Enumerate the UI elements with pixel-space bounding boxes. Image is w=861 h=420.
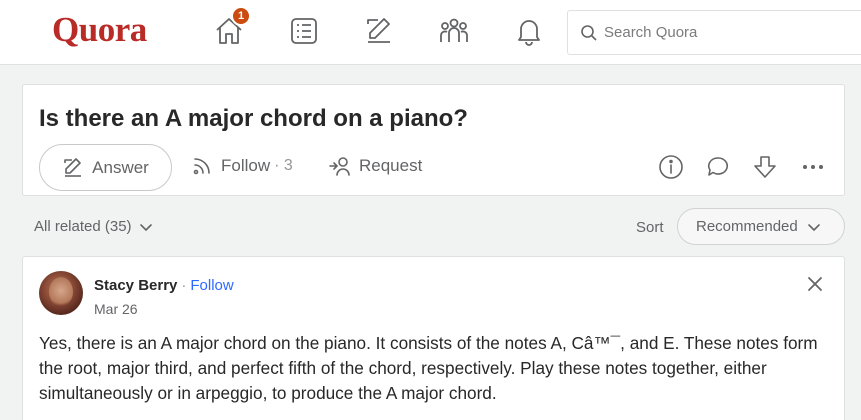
- answer-body[interactable]: Yes, there is an A major chord on the pi…: [39, 331, 834, 406]
- chevron-down-icon: [807, 223, 820, 231]
- author-line: Stacy Berry · Follow: [94, 277, 234, 294]
- request-button[interactable]: Request: [329, 155, 422, 177]
- spaces-icon[interactable]: [437, 14, 471, 48]
- quora-logo[interactable]: Quora: [52, 10, 147, 50]
- search-input[interactable]: [604, 24, 844, 41]
- sort-dropdown[interactable]: Recommended: [677, 208, 845, 245]
- rss-follow-icon: [193, 158, 210, 175]
- home-icon[interactable]: 1: [212, 6, 251, 48]
- following-icon[interactable]: [287, 14, 321, 48]
- chevron-down-icon: [139, 223, 152, 231]
- answer-button-label: Answer: [92, 157, 149, 177]
- more-options-icon[interactable]: [799, 153, 827, 181]
- request-user-icon: [329, 157, 350, 176]
- all-related-label: All related (35): [34, 218, 132, 235]
- top-navbar: Quora 1: [0, 0, 861, 65]
- answer-card: Stacy Berry · Follow Mar 26 Yes, there i…: [22, 256, 845, 420]
- search-icon: [581, 24, 597, 41]
- separator-dot: ·: [181, 277, 187, 294]
- info-icon[interactable]: [657, 153, 685, 181]
- close-icon[interactable]: [805, 274, 825, 294]
- answer-date[interactable]: Mar 26: [94, 301, 138, 317]
- answer-edit-icon[interactable]: [362, 14, 396, 48]
- comment-icon[interactable]: [704, 153, 732, 181]
- request-label: Request: [359, 156, 423, 175]
- notifications-bell-icon[interactable]: [512, 14, 546, 48]
- follow-question-button[interactable]: Follow · 3: [191, 155, 293, 177]
- all-related-dropdown[interactable]: All related (35): [34, 218, 154, 235]
- avatar[interactable]: [39, 271, 83, 315]
- pencil-icon: [64, 157, 82, 177]
- sort-value: Recommended: [696, 218, 798, 235]
- sort-label: Sort: [636, 219, 664, 236]
- notification-badge: 1: [231, 6, 251, 26]
- follow-count: · 3: [274, 157, 293, 174]
- author-name[interactable]: Stacy Berry: [94, 277, 177, 294]
- follow-author-link[interactable]: Follow: [190, 277, 233, 294]
- search-box[interactable]: [567, 10, 861, 55]
- downvote-icon[interactable]: [751, 153, 779, 181]
- question-title[interactable]: Is there an A major chord on a piano?: [39, 105, 468, 133]
- follow-label: Follow: [221, 156, 271, 175]
- question-card: Is there an A major chord on a piano? An…: [22, 84, 845, 196]
- answer-button[interactable]: Answer: [39, 144, 172, 191]
